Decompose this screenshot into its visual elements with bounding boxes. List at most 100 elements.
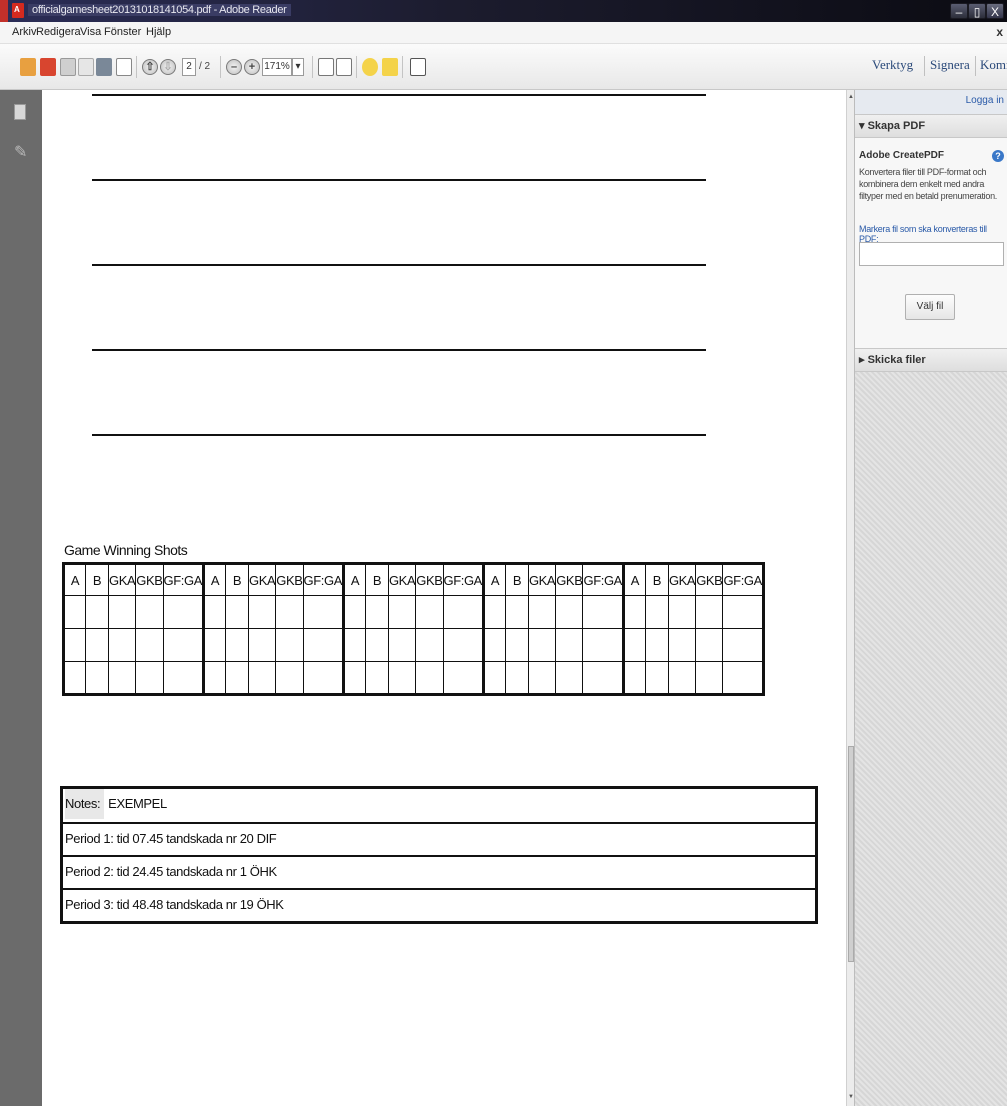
pane-top-bar: Logga in bbox=[855, 90, 1007, 114]
table-cell bbox=[342, 661, 366, 695]
send-files-section-header[interactable]: ▸ Skicka filer bbox=[855, 348, 1007, 372]
menu-fonster[interactable]: Fönster bbox=[104, 26, 141, 38]
column-header: A bbox=[342, 563, 366, 596]
signatures-icon[interactable]: ✎ bbox=[14, 142, 27, 161]
edit-document-icon[interactable] bbox=[60, 58, 76, 76]
column-header: A bbox=[63, 563, 86, 596]
page-number-input[interactable]: 2 bbox=[182, 58, 196, 76]
right-tools-pane: Logga in ▾ Skapa PDF Adobe CreatePDF ? K… bbox=[854, 90, 1007, 1106]
zoom-out-icon[interactable]: – bbox=[226, 59, 242, 75]
tools-link[interactable]: Verktyg bbox=[872, 57, 913, 73]
column-header: B bbox=[364, 563, 389, 596]
maximize-button[interactable]: ▯ bbox=[968, 3, 986, 19]
column-header: GKB bbox=[275, 563, 304, 596]
table-header-row: A B GKA GKB GF:GA A B GKA GKB GF:GA A B … bbox=[63, 563, 764, 596]
table-cell bbox=[224, 661, 249, 695]
previous-page-icon[interactable]: ⇧ bbox=[142, 59, 158, 75]
period-note: Period 1: tid 07.45 tandskada nr 20 DIF bbox=[63, 822, 815, 855]
column-header: GKB bbox=[695, 563, 724, 596]
column-header: GKA bbox=[667, 563, 697, 596]
writing-line bbox=[92, 94, 706, 96]
select-file-label: Markera fil som ska konverteras till PDF… bbox=[859, 224, 987, 244]
table-cell bbox=[555, 628, 584, 662]
document-page: Game Winning Shots A B GKA GKB GF:GA A B… bbox=[42, 90, 846, 1106]
table-row bbox=[63, 661, 764, 695]
fit-width-icon[interactable] bbox=[336, 58, 352, 76]
vertical-scrollbar[interactable]: ▲ ▼ bbox=[846, 90, 854, 1106]
table-cell bbox=[555, 661, 584, 695]
table-row bbox=[63, 595, 764, 629]
table-cell bbox=[63, 595, 86, 629]
comment-icon[interactable] bbox=[362, 58, 378, 76]
print-icon[interactable] bbox=[96, 58, 112, 76]
menu-visa[interactable]: Visa bbox=[80, 26, 101, 38]
table-cell bbox=[622, 628, 646, 662]
open-file-icon[interactable] bbox=[20, 58, 36, 76]
table-cell bbox=[442, 595, 485, 629]
period-note: Period 2: tid 24.45 tandskada nr 1 ÖHK bbox=[63, 855, 815, 888]
table-cell bbox=[247, 595, 277, 629]
table-cell bbox=[302, 595, 345, 629]
zoom-level-field[interactable]: 171% bbox=[262, 58, 292, 76]
table-cell bbox=[85, 661, 109, 695]
next-page-icon[interactable]: ⇩ bbox=[160, 59, 176, 75]
left-navigation-panel: ✎ bbox=[0, 90, 42, 1106]
zoom-in-icon[interactable]: + bbox=[244, 59, 260, 75]
table-cell bbox=[722, 595, 764, 629]
notes-value: EXEMPEL bbox=[108, 796, 167, 811]
table-cell bbox=[644, 628, 669, 662]
menu-close-button[interactable]: x bbox=[996, 25, 1003, 39]
choose-file-button[interactable]: Välj fil bbox=[905, 294, 955, 320]
table-cell bbox=[342, 595, 366, 629]
close-button[interactable]: X bbox=[986, 3, 1004, 19]
adobe-reader-icon: A bbox=[12, 3, 24, 18]
table-cell bbox=[482, 661, 506, 695]
table-cell bbox=[582, 595, 625, 629]
column-header: GF:GA bbox=[302, 563, 345, 596]
table-cell bbox=[63, 628, 86, 662]
menu-redigera[interactable]: Redigera bbox=[36, 26, 81, 38]
table-cell bbox=[342, 628, 366, 662]
table-cell bbox=[667, 595, 697, 629]
table-cell bbox=[527, 661, 557, 695]
table-cell bbox=[202, 595, 226, 629]
table-cell bbox=[582, 661, 625, 695]
table-cell bbox=[442, 661, 485, 695]
table-cell bbox=[107, 595, 137, 629]
table-cell bbox=[504, 628, 529, 662]
fullscreen-icon[interactable] bbox=[410, 58, 426, 76]
toolbar: ⇧ ⇩ 2 / 2 – + 171% ▾ Verktyg Signera Kom… bbox=[0, 44, 1007, 90]
column-header: GF:GA bbox=[582, 563, 625, 596]
column-header: GF:GA bbox=[722, 563, 764, 596]
minimize-button[interactable]: – bbox=[950, 3, 968, 19]
create-pdf-icon[interactable] bbox=[40, 58, 56, 76]
table-cell bbox=[63, 661, 86, 695]
table-cell bbox=[482, 628, 506, 662]
column-header: GF:GA bbox=[162, 563, 206, 596]
sign-link[interactable]: Signera bbox=[930, 57, 970, 73]
column-header: GKA bbox=[527, 563, 557, 596]
page-thumbnails-icon[interactable] bbox=[14, 104, 26, 120]
column-header: GKB bbox=[135, 563, 164, 596]
column-header: GKA bbox=[107, 563, 137, 596]
table-cell bbox=[695, 595, 724, 629]
title-bar: A officialgamesheet20131018141054.pdf - … bbox=[0, 0, 1007, 22]
table-cell bbox=[224, 595, 249, 629]
save-icon[interactable] bbox=[78, 58, 94, 76]
column-header: B bbox=[644, 563, 669, 596]
help-icon[interactable]: ? bbox=[992, 150, 1004, 162]
table-cell bbox=[364, 595, 389, 629]
table-cell bbox=[695, 628, 724, 662]
highlight-icon[interactable] bbox=[382, 58, 398, 76]
comment-link[interactable]: Kommentar bbox=[980, 57, 1007, 73]
file-path-input[interactable] bbox=[859, 242, 1004, 266]
menu-arkiv[interactable]: Arkiv bbox=[12, 26, 36, 38]
login-link[interactable]: Logga in bbox=[966, 95, 1004, 106]
zoom-dropdown-icon[interactable]: ▾ bbox=[292, 58, 304, 76]
table-cell bbox=[482, 595, 506, 629]
fit-page-icon[interactable] bbox=[318, 58, 334, 76]
create-pdf-section-header[interactable]: ▾ Skapa PDF bbox=[855, 114, 1007, 138]
email-icon[interactable] bbox=[116, 58, 132, 76]
toolbar-separator bbox=[356, 56, 357, 78]
menu-hjalp[interactable]: Hjälp bbox=[146, 26, 171, 38]
